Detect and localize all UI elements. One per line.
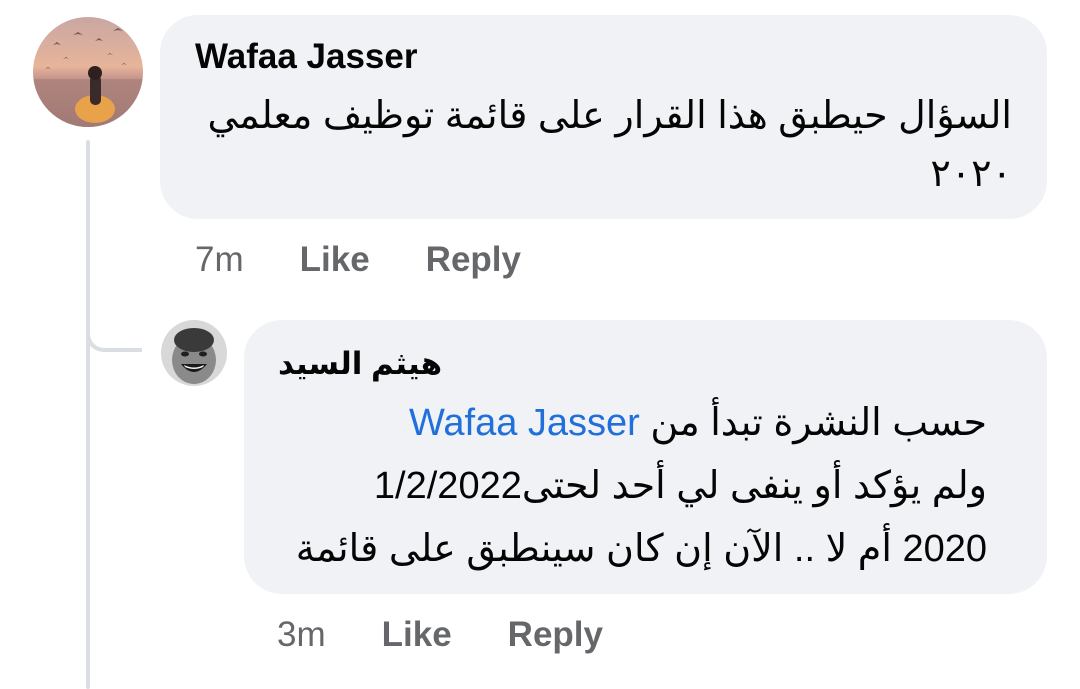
profile-photo-child-icon: [161, 320, 227, 386]
comment-text-line: 2020 أم لا .. الآن إن كان سينطبق على قائ…: [295, 528, 987, 570]
mention-link[interactable]: Wafaa Jasser: [409, 402, 640, 444]
comment-thread: Wafaa Jasser السؤال حيطبق هذا القرار على…: [0, 0, 1080, 689]
comment-text-line: حسب النشرة تبدأ من Wafaa Jasser: [267, 392, 987, 455]
reply-button[interactable]: Reply: [426, 240, 521, 280]
avatar[interactable]: [161, 320, 227, 386]
comment-author[interactable]: هيثم السيد: [278, 346, 442, 382]
profile-photo-sunset-icon: [33, 17, 143, 127]
comment-text-line: السؤال حيطبق هذا القرار على قائمة توظيف …: [207, 95, 1012, 137]
comment-timestamp[interactable]: 3m: [277, 615, 326, 655]
comment-text-line: ٢٠٢٠: [930, 153, 1012, 195]
thread-line: [86, 140, 90, 689]
reply-button[interactable]: Reply: [508, 615, 603, 655]
avatar[interactable]: [33, 17, 143, 127]
reply-bubble: هيثم السيد حسب النشرة تبدأ من Wafaa Jass…: [244, 320, 1047, 594]
comment-text-line: ولم يؤكد أو ينفى لي أحد لحتى1/2/2022: [373, 465, 987, 507]
comment-timestamp[interactable]: 7m: [195, 240, 244, 280]
reply-connector: [86, 300, 142, 352]
like-button[interactable]: Like: [382, 615, 452, 655]
comment-text-segment: حسب النشرة تبدأ من: [650, 402, 987, 444]
comment-text: السؤال حيطبق هذا القرار على قائمة توظيف …: [207, 87, 1012, 203]
comment-actions: 3m Like Reply: [277, 615, 603, 655]
comment-actions: 7m Like Reply: [195, 240, 521, 280]
comment-text: حسب النشرة تبدأ من Wafaa Jasser ولم يؤكد…: [267, 392, 987, 581]
like-button[interactable]: Like: [300, 240, 370, 280]
comment-author[interactable]: Wafaa Jasser: [195, 37, 417, 77]
comment-bubble: Wafaa Jasser السؤال حيطبق هذا القرار على…: [160, 15, 1047, 219]
